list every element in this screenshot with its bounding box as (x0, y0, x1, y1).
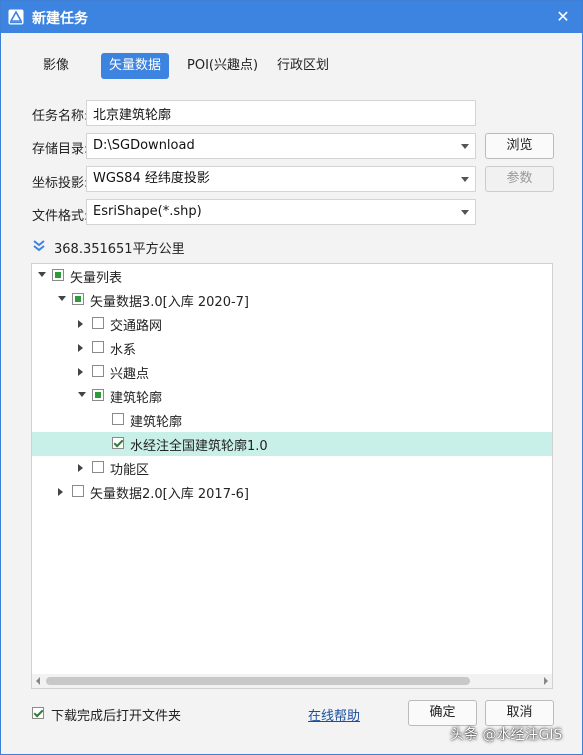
tree-checkbox[interactable] (52, 269, 64, 281)
open-folder-checkbox[interactable] (32, 707, 44, 719)
online-help-link[interactable]: 在线帮助 (308, 705, 360, 724)
tree-checkbox[interactable] (92, 317, 104, 329)
expand-right-icon[interactable] (78, 344, 83, 352)
tree-checkbox[interactable] (112, 413, 124, 425)
tree-node-label: 兴趣点 (110, 367, 150, 382)
app-logo-icon (8, 9, 24, 25)
scroll-left-icon[interactable] (36, 677, 40, 685)
task-name-input[interactable] (86, 100, 476, 126)
expand-right-icon[interactable] (78, 320, 83, 328)
tree-node-label: 水经注全国建筑轮廓1.0 (130, 439, 268, 454)
tree-checkbox[interactable] (72, 485, 84, 497)
cancel-button[interactable]: 取消 (485, 700, 554, 726)
chevron-down-icon (461, 177, 469, 182)
dialog-window: 新建任务 ✕ 影像 矢量数据 POI(兴趣点) 行政区划 任务名称: 存储目录:… (0, 0, 583, 755)
expand-down-icon[interactable] (38, 272, 46, 277)
tree-checkbox[interactable] (92, 365, 104, 377)
tree-node[interactable]: 建筑轮廓 (32, 408, 552, 432)
open-folder-label: 下载完成后打开文件夹 (51, 709, 182, 724)
tree-node-label: 建筑轮廓 (110, 391, 163, 406)
area-value: 368.351651平方公里 (54, 242, 185, 257)
horizontal-scrollbar[interactable] (32, 674, 552, 688)
file-format-label: 文件格式: (32, 209, 89, 224)
projection-label: 坐标投影: (32, 176, 89, 191)
title-bar[interactable]: 新建任务 ✕ (1, 1, 582, 33)
projection-value: WGS84 经纬度投影 (93, 171, 210, 186)
scroll-right-icon[interactable] (544, 677, 548, 685)
tree-node[interactable]: 兴趣点 (32, 360, 552, 384)
scrollbar-thumb[interactable] (46, 677, 470, 685)
chevron-down-icon (461, 144, 469, 149)
projection-select[interactable]: WGS84 经纬度投影 (86, 166, 476, 192)
tree-node-label: 矢量列表 (70, 271, 123, 286)
expand-down-icon[interactable] (78, 392, 86, 397)
tree-node-label: 矢量数据2.0[入库 2017-6] (90, 487, 249, 502)
vector-tree[interactable]: 矢量列表 矢量数据3.0[入库 2020-7] 交通路网 水系 兴趣点 建筑轮廓 建筑轮廓水… (31, 263, 553, 689)
expand-right-icon[interactable] (58, 488, 63, 496)
tree-node[interactable]: 功能区 (32, 456, 552, 480)
chevron-down-icon (461, 210, 469, 215)
tree-checkbox[interactable] (92, 389, 104, 401)
watermark: 头条 @水经注GIS (450, 727, 563, 743)
tree-node-label: 功能区 (110, 463, 150, 478)
tree-node-label: 水系 (110, 343, 137, 358)
expand-right-icon[interactable] (78, 464, 83, 472)
tree-node[interactable]: 建筑轮廓 (32, 384, 552, 408)
tree-node-label: 矢量数据3.0[入库 2020-7] (90, 295, 249, 310)
tree-checkbox[interactable] (72, 293, 84, 305)
tree-node[interactable]: 水经注全国建筑轮廓1.0 (32, 432, 552, 456)
tree-node[interactable]: 矢量数据2.0[入库 2017-6] (32, 480, 552, 504)
ok-button[interactable]: 确定 (408, 700, 477, 726)
tree-node[interactable]: 矢量数据3.0[入库 2020-7] (32, 288, 552, 312)
file-format-select[interactable]: EsriShape(*.shp) (86, 199, 476, 225)
task-name-label: 任务名称: (32, 109, 89, 124)
double-chevron-down-icon[interactable] (32, 239, 46, 253)
tree-node[interactable]: 交通路网 (32, 312, 552, 336)
expand-right-icon[interactable] (78, 368, 83, 376)
window-title: 新建任务 (32, 11, 88, 27)
tree-checkbox[interactable] (112, 437, 124, 449)
expand-down-icon[interactable] (58, 296, 66, 301)
file-format-value: EsriShape(*.shp) (93, 204, 202, 219)
tree-node-label: 交通路网 (110, 319, 163, 334)
tree-checkbox[interactable] (92, 341, 104, 353)
tab-poi[interactable]: POI(兴趣点) (179, 53, 266, 79)
tab-admin-division[interactable]: 行政区划 (269, 53, 337, 79)
storage-dir-label: 存储目录: (32, 142, 89, 157)
storage-dir-select[interactable]: D:\SGDownload (86, 133, 476, 159)
tree-node[interactable]: 水系 (32, 336, 552, 360)
tab-vector-data[interactable]: 矢量数据 (101, 53, 170, 79)
storage-dir-value: D:\SGDownload (93, 138, 195, 153)
browse-button[interactable]: 浏览 (485, 133, 554, 159)
tree-node-label: 建筑轮廓 (130, 415, 183, 430)
tree-node[interactable]: 矢量列表 (32, 264, 552, 288)
close-icon[interactable]: ✕ (552, 6, 574, 28)
tab-imagery[interactable]: 影像 (35, 53, 77, 79)
params-button[interactable]: 参数 (485, 166, 554, 192)
tree-checkbox[interactable] (92, 461, 104, 473)
